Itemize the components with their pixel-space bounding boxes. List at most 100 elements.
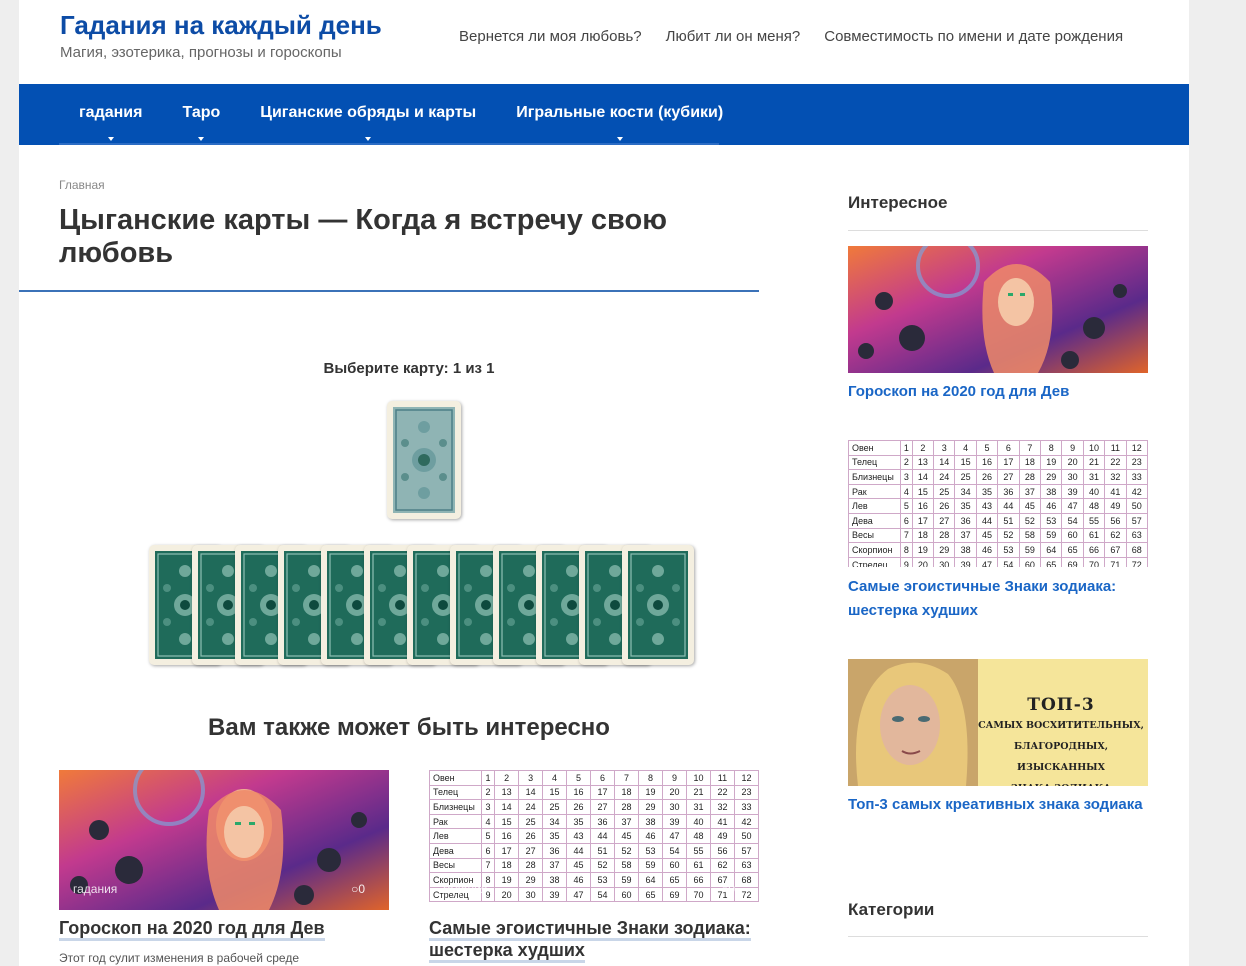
zodiac-table-cell: 19: [911, 542, 935, 558]
zodiac-table-cell: 14: [933, 454, 956, 471]
zodiac-table-cell: 4: [954, 440, 977, 456]
sidebar-post-link[interactable]: Гороскоп на 2020 год для Дев: [848, 380, 1148, 404]
breadcrumb[interactable]: Главная: [59, 178, 105, 192]
zodiac-table-cell: 46: [1040, 498, 1063, 514]
category-label[interactable]: гадания: [73, 882, 117, 896]
chevron-down-icon: [198, 137, 205, 141]
related-post-title[interactable]: Самые эгоистичные Знаки зодиака: шестерк…: [429, 918, 751, 963]
zodiac-table-cell: 7: [1018, 440, 1042, 456]
nav-item-gadaniya[interactable]: гадания: [59, 84, 162, 145]
zodiac-table-cell: 36: [542, 842, 568, 859]
nav-item-tarot[interactable]: Таро: [162, 84, 240, 145]
top-nav-link-return-love[interactable]: Вернется ли моя любовь?: [459, 28, 642, 45]
zodiac-table-cell: 35: [566, 813, 592, 830]
top-nav-link-loves-me[interactable]: Любит ли он меня?: [666, 28, 801, 45]
zodiac-table-cell: 21: [685, 784, 711, 801]
zodiac-table-cell: 15: [954, 454, 977, 471]
zodiac-table-cell: 15: [542, 784, 568, 801]
zodiac-table-cell: 71: [1104, 556, 1127, 567]
zodiac-table-cell: 42: [1125, 483, 1148, 500]
zodiac-table-cell: 48: [685, 828, 711, 844]
zodiac-table-cell: 31: [685, 799, 711, 815]
zodiac-table-cell: 13: [911, 454, 935, 471]
zodiac-table-cell: 52: [1018, 512, 1042, 529]
nav-item-dice[interactable]: Игральные кости (кубики): [496, 84, 743, 145]
top-nav-link-compatibility[interactable]: Совместимость по имени и дате рождения: [824, 28, 1123, 45]
zodiac-sign-name: Близнецы: [848, 469, 901, 485]
nav-underline: [59, 143, 719, 145]
zodiac-table-cell: 33: [733, 799, 759, 815]
zodiac-table-cell: 54: [1061, 512, 1084, 529]
zodiac-table-cell: 47: [661, 828, 687, 844]
zodiac-table-cell: 9: [1061, 440, 1084, 456]
zodiac-table-cell: 38: [542, 872, 568, 888]
zodiac-table-cell: 29: [933, 542, 956, 558]
sidebar-post-image-top3[interactable]: ТОП-3 САМЫХ ВОСХИТИТЕЛЬНЫХ, БЛАГОРОДНЫХ,…: [848, 659, 1148, 786]
zodiac-table-cell: 18: [494, 857, 520, 874]
zodiac-table-cell: 53: [590, 872, 616, 888]
zodiac-table-cell: 1: [900, 440, 913, 456]
zodiac-table-cell: 54: [997, 556, 1020, 567]
zodiac-table-cell: 2: [900, 454, 913, 471]
related-post[interactable]: Овен 1 2 3 4 5 6 7 8 9 10 11 12 Телец 2 13 14 15 16 17 18 19 2…: [429, 770, 759, 963]
zodiac-table-cell: 46: [566, 872, 592, 888]
zodiac-table-cell: 6: [900, 512, 913, 529]
category-label[interactable]: гадания: [443, 882, 487, 896]
zodiac-table-row: Овен 1 2 3 4 5 6 7 8 9 10 11 12: [429, 770, 759, 786]
zodiac-table-cell: 62: [1104, 527, 1127, 544]
zodiac-table-cell: 4: [480, 813, 496, 830]
zodiac-table-cell: 54: [590, 886, 616, 903]
zodiac-table-cell: 18: [1018, 454, 1042, 471]
sidebar-post-image-virgo[interactable]: [848, 246, 1148, 373]
zodiac-table-cell: 36: [954, 512, 977, 529]
zodiac-table-cell: 29: [518, 872, 544, 888]
zodiac-table-cell: 49: [709, 828, 735, 844]
page-title: Цыганские карты — Когда я встречу свою л…: [59, 204, 667, 269]
zodiac-table-cell: 15: [911, 483, 935, 500]
related-post[interactable]: гадания ○0 Гороскоп на 2020 год для Дев …: [59, 770, 389, 965]
zodiac-sign-name: Лев: [429, 828, 482, 844]
sidebar-post-link[interactable]: Топ-3 самых креативных знака зодиака: [848, 793, 1148, 817]
nav-item-gypsy-rituals[interactable]: Циганские обряды и карты: [240, 84, 496, 145]
related-post-title[interactable]: Гороскоп на 2020 год для Дев: [59, 918, 325, 941]
deck-card[interactable]: [622, 545, 694, 665]
sidebar-post-link[interactable]: Самые эгоистичные Знаки зодиака: шестерк…: [848, 575, 1148, 623]
zodiac-table-cell: 3: [900, 469, 913, 485]
zodiac-sign-name: Дева: [429, 842, 482, 859]
zodiac-table-cell: 9: [900, 556, 913, 567]
top3-line-4: ЗНАКА ЗОДИАКА: [976, 778, 1146, 786]
site-title[interactable]: Гадания на каждый день: [60, 10, 382, 41]
zodiac-table-cell: 50: [1125, 498, 1148, 514]
zodiac-table-cell: 49: [1104, 498, 1127, 514]
zodiac-table-cell: 16: [975, 454, 999, 471]
related-post-image-zodiac-table[interactable]: Овен 1 2 3 4 5 6 7 8 9 10 11 12 Телец 2 13 14 15 16 17 18 19 2…: [429, 770, 759, 910]
zodiac-table-cell: 38: [954, 542, 977, 558]
nav-item-label: Игральные кости (кубики): [516, 104, 724, 121]
zodiac-table-cell: 23: [1125, 454, 1148, 471]
zodiac-sign-name: Телец: [848, 454, 901, 471]
zodiac-table-cell: 31: [1082, 469, 1106, 485]
zodiac-table-cell: 47: [566, 886, 592, 903]
card-back-pattern: [393, 407, 455, 513]
zodiac-table-cell: 14: [911, 469, 935, 485]
zodiac-table-cell: 29: [1040, 469, 1063, 485]
zodiac-table-cell: 70: [1082, 556, 1106, 567]
zodiac-table-cell: 52: [614, 842, 639, 859]
zodiac-table-cell: 66: [685, 872, 711, 888]
sidebar-post-image-zodiac-table[interactable]: Овен 1 2 3 4 5 6 7 8 9 10 11 12 Телец 2 13 14 15 16 17 18 19 2…: [848, 440, 1148, 567]
zodiac-table-cell: 18: [614, 784, 639, 801]
zodiac-sign-name: Рак: [848, 483, 901, 500]
zodiac-table-cell: 10: [685, 770, 711, 786]
zodiac-table-cell: 29: [638, 799, 663, 815]
zodiac-table-cell: 7: [480, 857, 496, 874]
zodiac-table-row: Лев 5 16 26 35 43 44 45 46 47 48 49 50: [429, 828, 759, 844]
comment-count-value: 0: [358, 882, 365, 896]
zodiac-table-cell: 38: [1040, 483, 1063, 500]
zodiac-table-cell: 2: [494, 770, 520, 786]
zodiac-table-cell: 26: [566, 799, 592, 815]
chevron-down-icon: [365, 137, 372, 141]
related-post-image-virgo[interactable]: гадания ○0: [59, 770, 389, 910]
zodiac-table-cell: 35: [954, 498, 977, 514]
zodiac-table-cell: 53: [997, 542, 1020, 558]
zodiac-table-row: Телец 2 13 14 15 16 17 18 19 20 21 22 23: [429, 784, 759, 801]
